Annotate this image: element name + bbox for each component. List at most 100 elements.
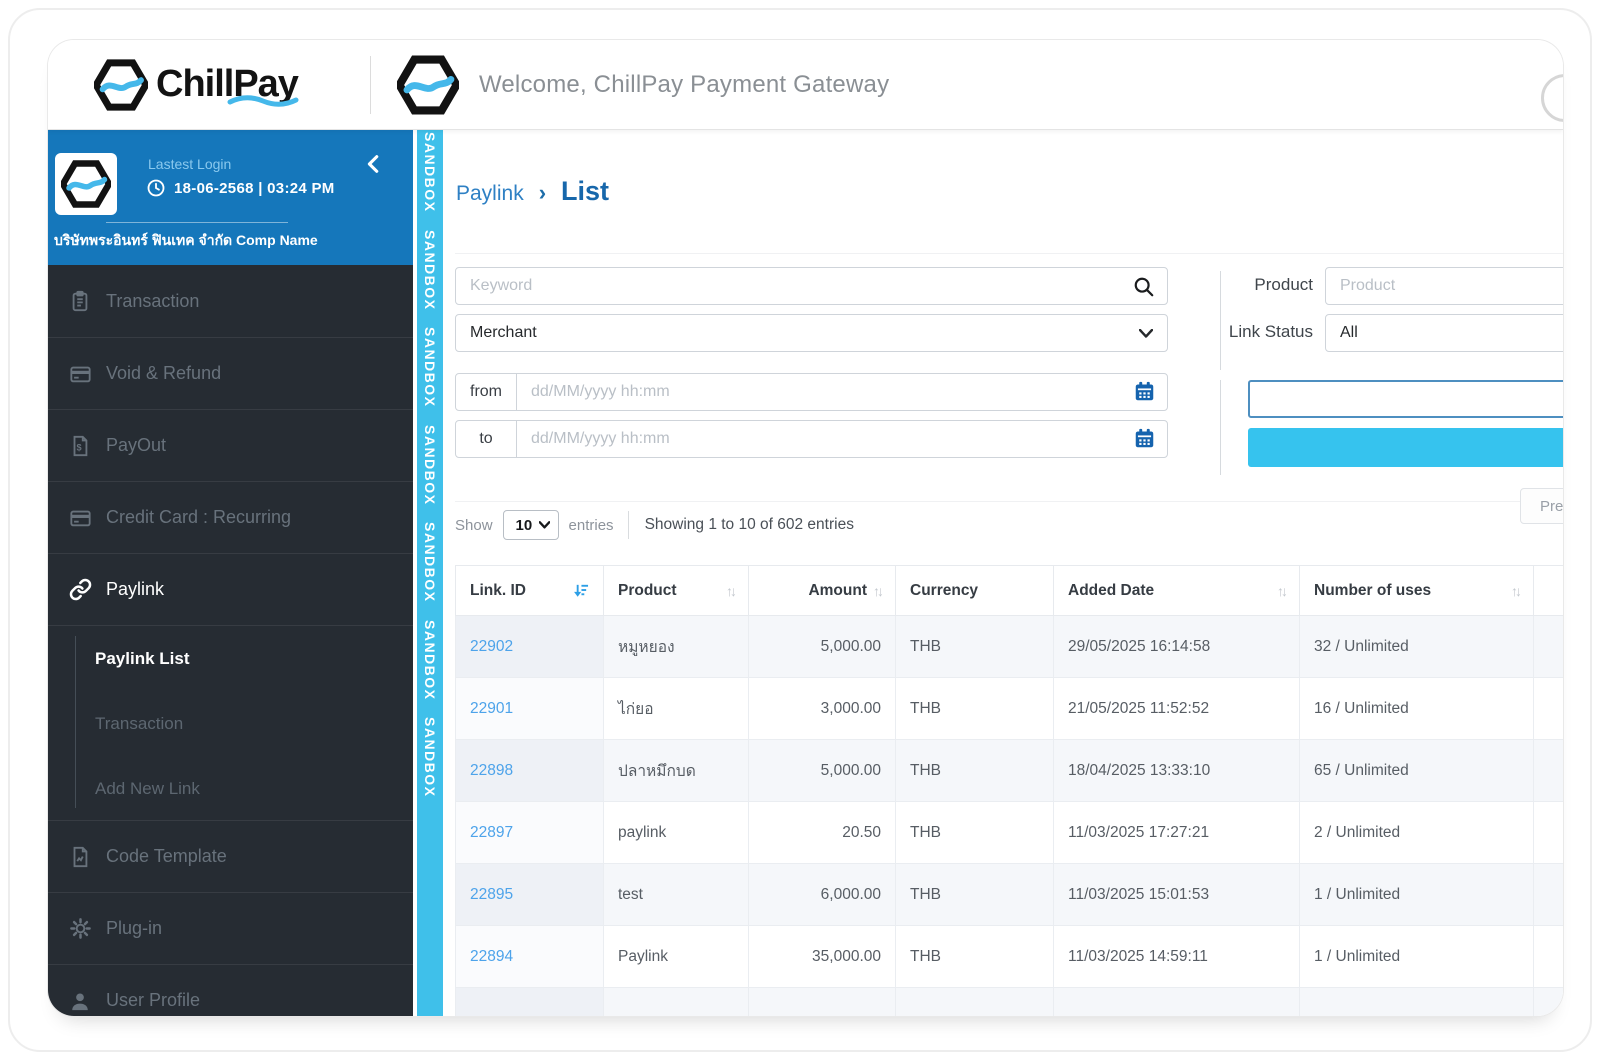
user-icon [68,989,92,1013]
chevron-left-icon [363,152,385,176]
to-date-input[interactable] [517,421,1167,457]
sidebar-item-credit-card-recurring[interactable]: Credit Card : Recurring [48,481,413,553]
table-row: 22895 test 6,000.00 THB 11/03/2025 15:01:53 1… [455,863,1563,926]
sort-amount-icon[interactable] [572,582,589,599]
cell-added-date: 21/05/2025 11:52:52 [1053,677,1300,740]
column-label: Number of uses [1314,581,1432,599]
page-size-select[interactable]: 10 [502,510,559,540]
column-header-added-date[interactable]: Added Date ↑↓ [1053,565,1300,616]
column-header-extra [1533,565,1563,616]
table-row-partial [455,987,1563,1016]
previous-page-button[interactable]: Previous [1520,488,1563,524]
calendar-icon[interactable] [1134,428,1155,449]
link-icon [68,578,92,602]
cell-uses: 32 / Unlimited [1299,615,1534,678]
brand-wave-icon [226,76,300,119]
sort-arrows-icon[interactable]: ↑↓ [726,583,737,599]
link-id-link[interactable]: 22897 [470,824,513,841]
company-name: บริษัทพระอินทร์ ฟินเทค จำกัด Comp Name [54,232,318,248]
cell-product: Paylink [603,925,749,988]
filter-secondary-button[interactable] [1248,380,1563,418]
cell-added-date: 29/05/2025 16:14:58 [1053,615,1300,678]
cell-product: paylink [603,801,749,864]
link-id-link[interactable]: 22902 [470,638,513,655]
collapse-sidebar-button[interactable] [363,152,385,176]
header-avatar-partial[interactable] [1541,74,1563,122]
submenu-tree-line [75,636,76,808]
cell-amount: 5,000.00 [748,615,896,678]
cell-extra [1533,801,1563,864]
link-id-link[interactable]: 22901 [470,700,513,717]
filter-primary-button[interactable] [1248,428,1563,467]
sidebar: Lastest Login 18-06-2568 | 03:24 PM บริษ… [48,130,413,1016]
merchant-select-value: Merchant [470,324,537,341]
sidebar-item-transaction[interactable]: Transaction [48,265,413,337]
cell-added-date: 11/03/2025 17:27:21 [1053,801,1300,864]
login-datetime: 18-06-2568 | 03:24 PM [174,179,335,197]
link-id-link[interactable]: 22895 [470,886,513,903]
column-label: Added Date [1068,581,1155,599]
table-row: 22902 หมูหยอง 5,000.00 THB 29/05/2025 16:14:… [455,615,1563,678]
cell-link-id: 22901 [455,677,604,740]
column-header-link-id[interactable]: Link. ID [455,565,604,616]
cell-empty [748,987,896,1016]
panel-divider [106,222,288,223]
cell-link-id: 22902 [455,615,604,678]
cell-currency: THB [895,739,1054,802]
top-header: ChillPay Welcome, ChillPay Payment Gatew… [48,40,1563,130]
column-header-number-of-uses[interactable]: Number of uses ↑↓ [1299,565,1534,616]
sort-arrows-icon[interactable]: ↑↓ [1277,583,1288,599]
link-id-link[interactable]: 22894 [470,948,513,965]
search-icon[interactable] [1133,276,1155,298]
header-divider [369,55,371,114]
sidebar-item-payout[interactable]: $ PayOut [48,409,413,481]
link-status-select[interactable]: All [1325,314,1563,352]
sidebar-subitem-add-new-link[interactable]: Add New Link [48,756,413,821]
column-header-product[interactable]: Product ↑↓ [603,565,749,616]
product-field [1325,267,1563,305]
gear-icon [68,917,92,941]
cell-extra [1533,863,1563,926]
sidebar-subitem-transaction[interactable]: Transaction [48,691,413,756]
cell-link-id: 22894 [455,925,604,988]
cell-currency: THB [895,925,1054,988]
product-input[interactable] [1326,268,1563,304]
sidebar-item-label: User Profile [106,990,201,1010]
sort-arrows-icon[interactable]: ↑↓ [873,583,884,599]
link-id-link[interactable]: 22898 [470,762,513,779]
cell-extra [1533,739,1563,802]
login-datetime-row: 18-06-2568 | 03:24 PM [146,178,335,198]
sidebar-subitem-paylink-list[interactable]: Paylink List [48,626,413,691]
cell-currency: THB [895,677,1054,740]
sidebar-item-void-refund[interactable]: Void & Refund [48,337,413,409]
sandbox-ribbon-text: SANDBOX [422,717,438,798]
sandbox-ribbon-text: SANDBOX [422,132,438,213]
filter-divider-2 [1220,380,1221,475]
sidebar-item-code-template[interactable]: Code Template [48,820,413,892]
sidebar-item-plug-in[interactable]: Plug-in [48,892,413,964]
credit-card-icon [68,362,92,386]
merchant-select[interactable]: Merchant [455,314,1168,352]
entries-divider [627,511,629,539]
column-header-amount[interactable]: Amount ↑↓ [748,565,896,616]
cell-empty [1533,987,1563,1016]
breadcrumb-parent[interactable]: Paylink [456,182,524,206]
from-date-input[interactable] [517,374,1167,410]
svg-text:$: $ [77,442,82,452]
chevron-down-icon [538,521,550,529]
credit-card-icon [68,506,92,530]
sandbox-ribbon-text: SANDBOX [422,522,438,603]
cell-uses: 65 / Unlimited [1299,739,1534,802]
showing-text: Showing 1 to 10 of 602 entries [644,516,854,533]
paylink-table: Link. ID Product ↑↓ Amount ↑↓ Currency Added D… [455,565,1563,1016]
sort-arrows-icon[interactable]: ↑↓ [1511,583,1522,599]
sidebar-item-user-profile[interactable]: User Profile [48,964,413,1016]
account-panel: Lastest Login 18-06-2568 | 03:24 PM บริษ… [48,130,413,265]
filters-top-divider [455,253,1563,254]
keyword-input[interactable] [456,268,1167,304]
calendar-icon[interactable] [1134,381,1155,402]
sidebar-item-paylink[interactable]: Paylink [48,553,413,625]
clock-icon [146,178,166,198]
sidebar-menu-bottom: Code Template Plug-in User Profile [48,820,413,1016]
cell-uses: 1 / Unlimited [1299,925,1534,988]
